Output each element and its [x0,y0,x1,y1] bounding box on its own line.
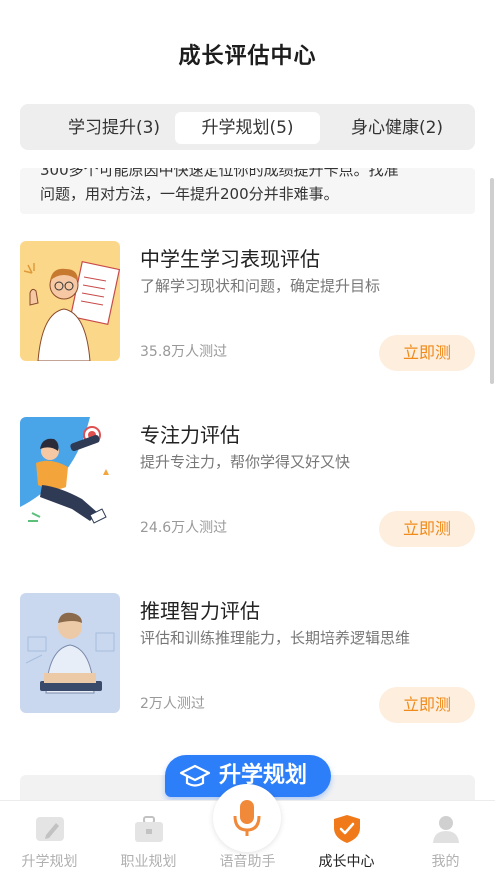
start-test-button[interactable]: 立即测 [379,511,475,547]
nav-label: 成长中心 [318,854,375,870]
card-description: 了解学习现状和问题，确定提升目标 [140,277,381,295]
pen-icon [36,817,64,841]
telescope-girl-illustration [20,417,120,537]
shield-check-icon [334,815,360,843]
nav-career-planning[interactable]: 职业规划 [99,801,198,880]
nav-label: 职业规划 [120,854,177,870]
nav-label: 我的 [431,854,460,870]
tab-admission[interactable]: 升学规划(5) [175,112,320,144]
intro-line-2: 问题，用对方法，一年提升200分并非难事。 [40,185,339,203]
intro-text-block: 300多个可能原因中快速定位你的成绩提升卡点。找准 问题，用对方法，一年提升20… [20,168,475,214]
student-thumbs-up-illustration [20,241,120,361]
nav-label: 升学规划 [21,854,78,870]
microphone-icon [233,800,261,836]
card-test-count: 35.8万人测过 [140,344,228,360]
assessment-card[interactable]: 推理智力评估 评估和训练推理能力，长期培养逻辑思维 2万人测过 立即测 [20,593,475,723]
page-title: 成长评估中心 [178,44,317,69]
category-tabs: 学习提升(3) 升学规划(5) 身心健康(2) [20,104,475,150]
card-description: 评估和训练推理能力，长期培养逻辑思维 [140,629,411,647]
start-test-button[interactable]: 立即测 [379,335,475,371]
start-test-button[interactable]: 立即测 [379,687,475,723]
user-icon [433,816,459,843]
graduation-cap-icon [179,764,211,787]
man-at-laptop-illustration [20,593,120,713]
tab-study[interactable]: 学习提升(3) [40,112,188,144]
nav-growth-center[interactable]: 成长中心 [297,801,396,880]
intro-line-1: 300多个可能原因中快速定位你的成绩提升卡点。找准 [40,168,399,179]
nav-mine[interactable]: 我的 [396,801,495,880]
nav-label: 语音助手 [219,854,276,870]
voice-assistant-button[interactable] [213,784,281,852]
tab-health[interactable]: 身心健康(2) [327,112,467,144]
header: 成长评估中心 [0,0,495,100]
briefcase-icon [135,816,163,842]
float-button-label: 升学规划 [219,763,308,788]
card-title: 中学生学习表现评估 [140,247,320,271]
assessment-card[interactable]: 中学生学习表现评估 了解学习现状和问题，确定提升目标 35.8万人测过 立即测 [20,241,475,371]
card-title: 专注力评估 [140,423,240,447]
card-test-count: 2万人测过 [140,696,205,712]
card-test-count: 24.6万人测过 [140,520,228,536]
card-description: 提升专注力，帮你学得又好又快 [140,453,351,471]
assessment-card[interactable]: 专注力评估 提升专注力，帮你学得又好又快 24.6万人测过 立即测 [20,417,475,547]
card-title: 推理智力评估 [140,599,260,623]
scrollbar[interactable] [490,178,494,384]
nav-admission-planning[interactable]: 升学规划 [0,801,99,880]
